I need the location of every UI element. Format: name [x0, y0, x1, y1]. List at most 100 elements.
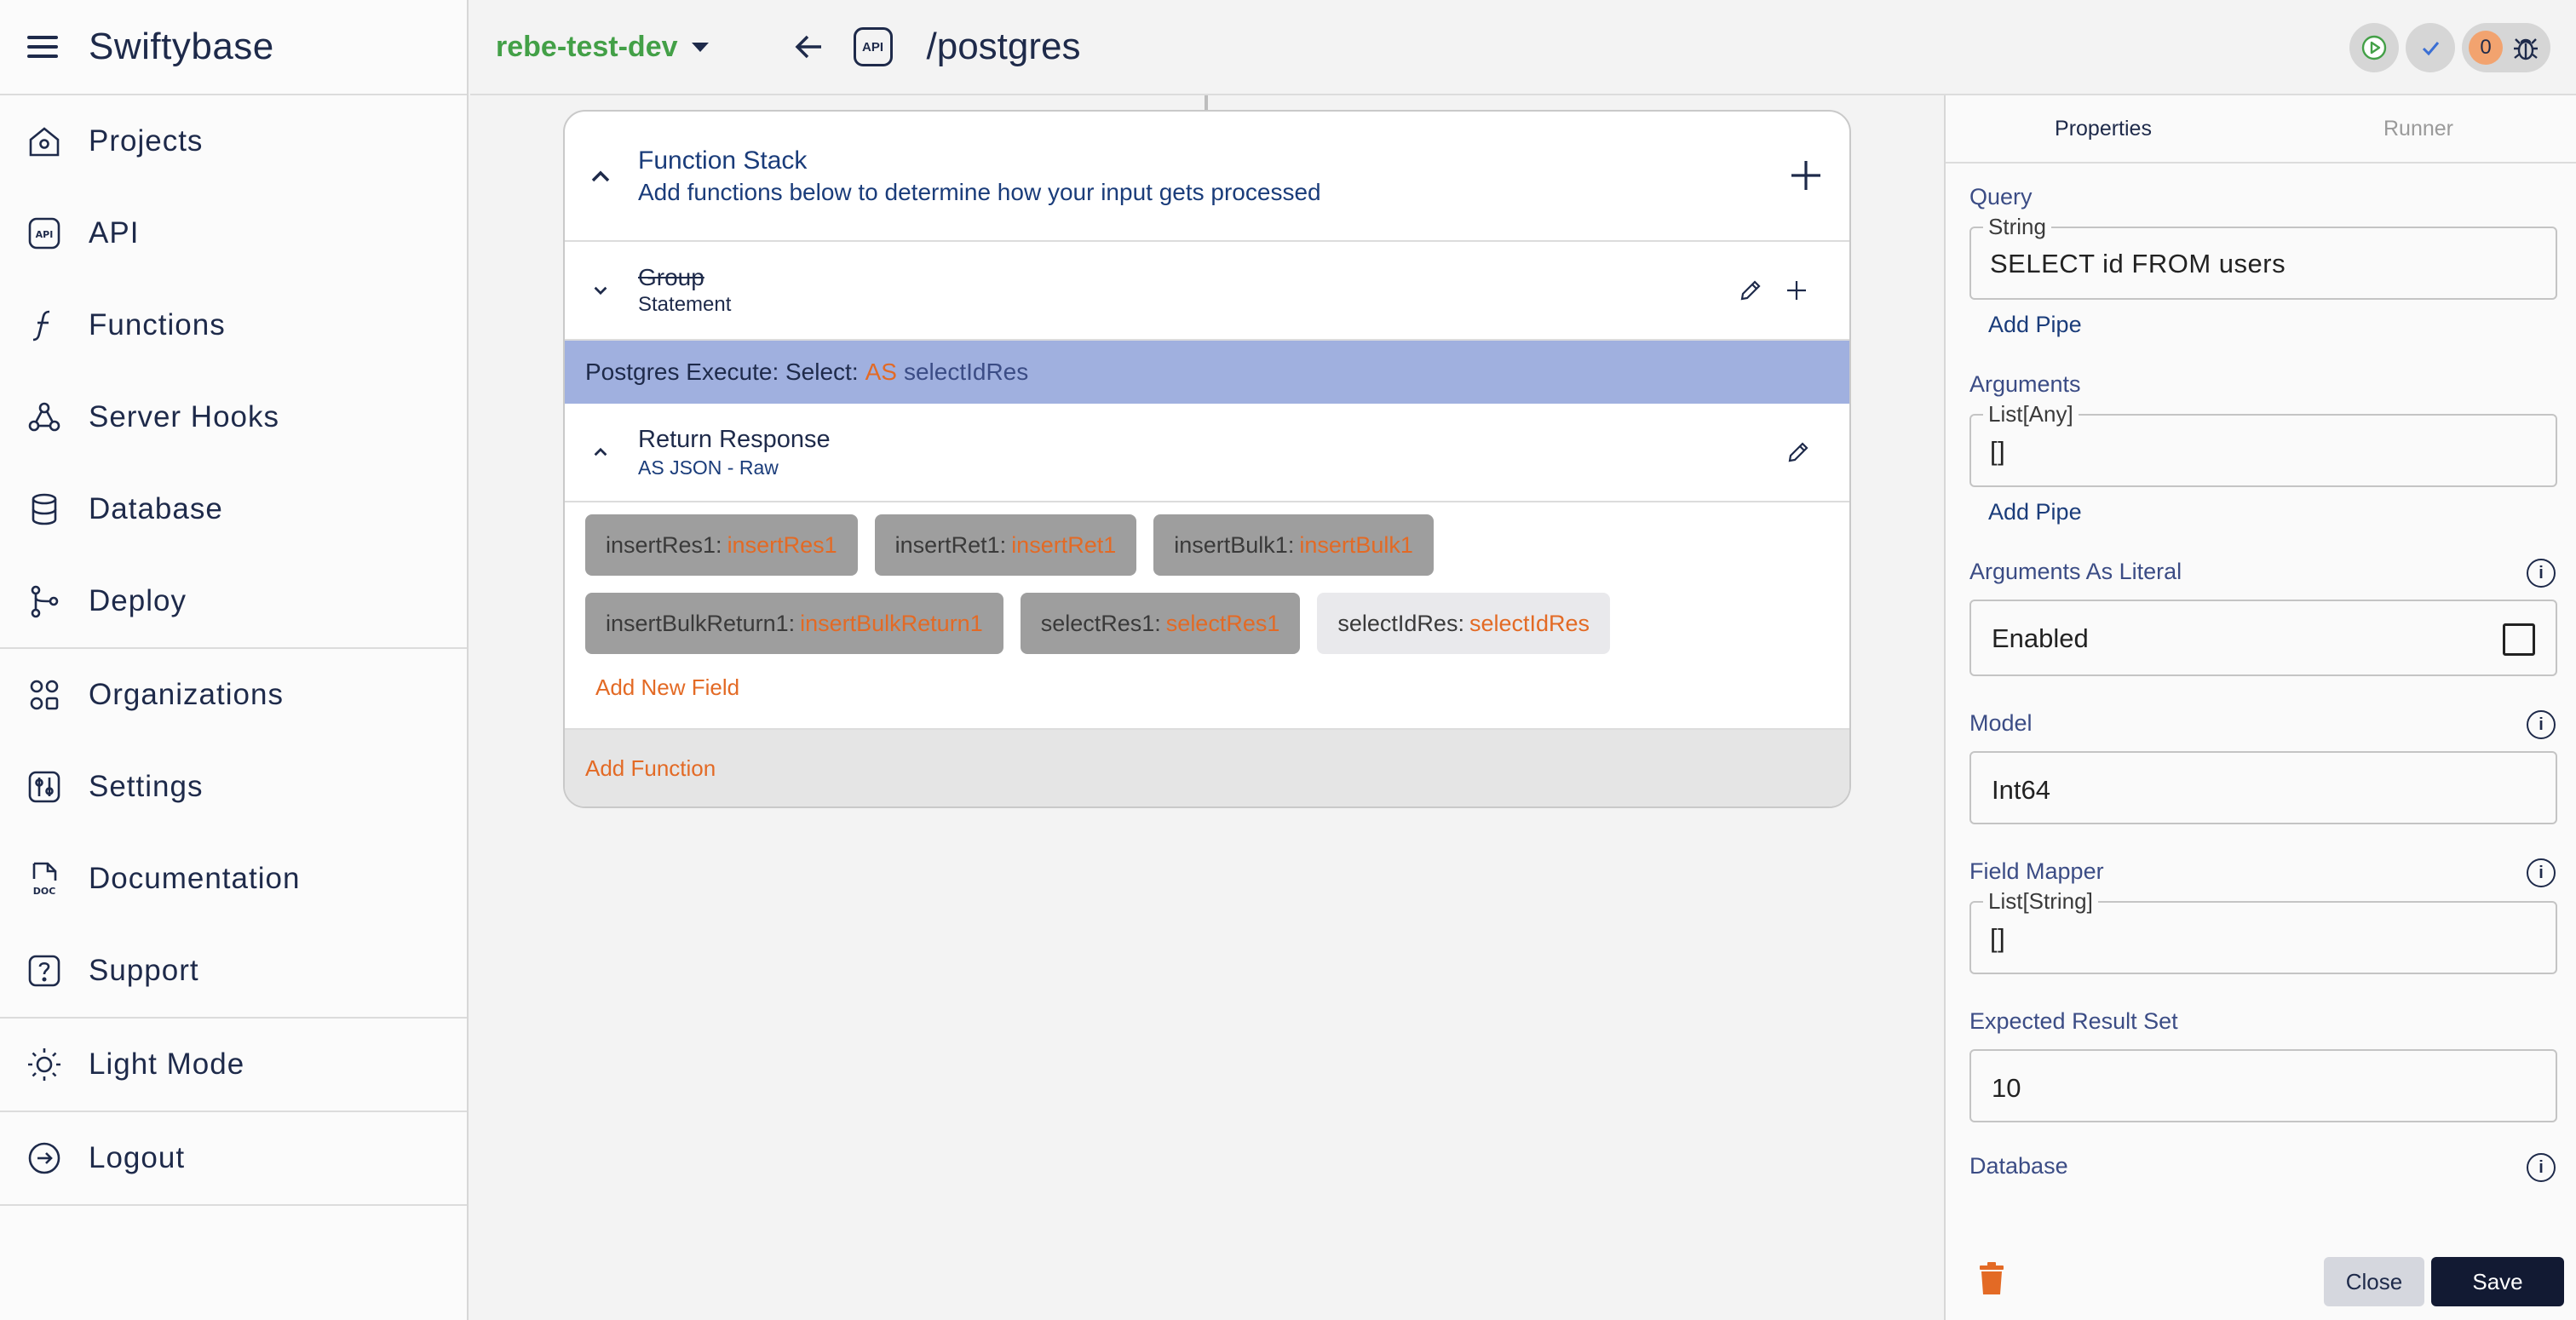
nav-group-theme: Light Mode — [0, 1019, 467, 1112]
api-icon: API — [853, 27, 893, 66]
validate-button[interactable] — [2406, 23, 2455, 72]
save-button[interactable]: Save — [2431, 1257, 2564, 1306]
sidebar-item-light-mode[interactable]: Light Mode — [0, 1019, 467, 1111]
plus-icon[interactable] — [1783, 277, 1810, 304]
function-stack-subtitle: Add functions below to determine how you… — [638, 178, 1321, 205]
top-bar: rebe-test-dev API /postgres 0 — [470, 0, 2576, 95]
sidebar-item-support[interactable]: Support — [0, 925, 467, 1017]
menu-icon[interactable] — [26, 30, 60, 64]
field-chip[interactable]: insertRes1: insertRes1 — [585, 514, 858, 576]
model-select[interactable]: Int64 — [1969, 751, 2557, 824]
sidebar-item-label: API — [89, 216, 140, 250]
arguments-type-legend: List[Any] — [1983, 401, 2079, 428]
arguments-value: [] — [1990, 436, 2006, 466]
group-statement-row[interactable]: Group Statement — [565, 242, 1849, 341]
info-icon[interactable]: i — [2527, 1153, 2556, 1182]
chevron-up-icon[interactable] — [582, 433, 619, 471]
database-label: Database i — [1969, 1153, 2557, 1182]
expected-result-input[interactable]: 10 — [1969, 1049, 2557, 1122]
function-stack-header: Function Stack Add functions below to de… — [565, 112, 1849, 242]
sidebar-item-projects[interactable]: Projects — [0, 95, 467, 187]
flow-connector — [1205, 95, 1208, 111]
field-chip[interactable]: insertRet1: insertRet1 — [874, 514, 1137, 576]
sidebar-item-label: Deploy — [89, 584, 187, 617]
organizations-icon — [26, 676, 63, 714]
query-value: SELECT id FROM users — [1990, 249, 2286, 278]
environment-selector[interactable]: rebe-test-dev — [496, 31, 709, 64]
field-key: insertBulkReturn1: — [606, 610, 796, 636]
webhook-icon — [26, 399, 63, 436]
field-chip[interactable]: insertBulk1: insertBulk1 — [1153, 514, 1434, 576]
arguments-add-pipe-link[interactable]: Add Pipe — [1988, 499, 2557, 526]
query-add-pipe-link[interactable]: Add Pipe — [1988, 312, 2557, 339]
field-value: selectIdRes — [1469, 610, 1590, 636]
field-value: insertBulkReturn1 — [800, 610, 983, 636]
field-value: selectRes1 — [1165, 610, 1280, 636]
enabled-checkbox[interactable] — [2503, 623, 2535, 656]
svg-text:DOC: DOC — [33, 886, 56, 897]
field-value: insertRes1 — [727, 531, 837, 558]
query-label: Query — [1969, 184, 2033, 209]
back-arrow-icon[interactable] — [791, 28, 828, 66]
field-mapper-label: Field Mapper i — [1969, 858, 2557, 887]
sidebar-item-label: Logout — [89, 1141, 186, 1174]
query-type-legend: String — [1983, 214, 2051, 240]
nav-group-secondary: Organizations Settings DOC Documentation… — [0, 649, 467, 1019]
model-value: Int64 — [1992, 775, 2050, 805]
expected-result-label: Expected Result Set — [1969, 1008, 2178, 1034]
properties-form: Query String SELECT id FROM users Add Pi… — [1969, 165, 2557, 1298]
pencil-icon[interactable] — [1785, 439, 1812, 466]
caret-down-icon — [691, 42, 709, 52]
field-value: insertBulk1 — [1299, 531, 1413, 558]
panel-footer: Close Save — [1946, 1235, 2576, 1320]
sidebar-item-deploy[interactable]: Deploy — [0, 555, 467, 647]
chevron-up-icon[interactable] — [582, 158, 619, 195]
properties-panel: Properties Runner Query String SELECT id… — [1944, 95, 2576, 1320]
add-function-plus-icon[interactable] — [1785, 154, 1827, 197]
sidebar-item-settings[interactable]: Settings — [0, 741, 467, 833]
add-new-field-link[interactable]: Add New Field — [595, 674, 1849, 701]
return-response-row[interactable]: Return Response AS JSON - Raw — [565, 404, 1849, 502]
field-chip[interactable]: insertBulkReturn1: insertBulkReturn1 — [585, 593, 1003, 654]
info-icon[interactable]: i — [2527, 710, 2556, 739]
run-button[interactable] — [2349, 23, 2399, 72]
field-mapper-input[interactable]: List[String] [] — [1969, 888, 2557, 974]
field-chip[interactable]: selectRes1: selectRes1 — [1020, 593, 1301, 654]
close-button[interactable]: Close — [2324, 1257, 2424, 1306]
return-title: Return Response — [638, 426, 831, 453]
sidebar-item-server-hooks[interactable]: Server Hooks — [0, 371, 467, 463]
trash-icon[interactable] — [1976, 1260, 2007, 1296]
field-mapper-value: [] — [1990, 923, 2006, 953]
sidebar-item-organizations[interactable]: Organizations — [0, 649, 467, 741]
play-icon — [2361, 35, 2387, 60]
sidebar-item-logout[interactable]: Logout — [0, 1112, 467, 1204]
field-mapper-type-legend: List[String] — [1983, 888, 2098, 915]
pencil-icon[interactable] — [1737, 277, 1764, 304]
add-function-button[interactable]: Add Function — [565, 728, 1849, 806]
enabled-label: Enabled — [1992, 623, 2089, 653]
arguments-input[interactable]: List[Any] [] — [1969, 401, 2557, 487]
debug-button[interactable]: 0 — [2462, 23, 2550, 72]
chevron-down-icon[interactable] — [582, 272, 619, 309]
error-count-badge: 0 — [2469, 31, 2503, 65]
field-chip[interactable]: selectIdRes: selectIdRes — [1317, 593, 1611, 654]
sidebar-item-label: Functions — [89, 308, 226, 341]
info-icon[interactable]: i — [2527, 559, 2556, 588]
info-icon[interactable]: i — [2527, 858, 2556, 887]
tab-runner[interactable]: Runner — [2261, 95, 2576, 162]
sidebar-item-functions[interactable]: Functions — [0, 279, 467, 371]
sidebar-item-label: Light Mode — [89, 1047, 245, 1081]
nav-group-session: Logout — [0, 1112, 467, 1206]
function-stack-title: Function Stack — [638, 146, 808, 175]
sidebar-header: Swiftybase — [0, 0, 467, 95]
sidebar-item-database[interactable]: Database — [0, 463, 467, 555]
arguments-label: Arguments — [1969, 371, 2081, 397]
tab-properties[interactable]: Properties — [1946, 95, 2261, 162]
sidebar-item-api[interactable]: API API — [0, 187, 467, 279]
sidebar-item-label: Organizations — [89, 678, 284, 711]
sidebar-item-documentation[interactable]: DOC Documentation — [0, 833, 467, 925]
support-icon — [26, 952, 63, 990]
postgres-execute-row[interactable]: Postgres Execute: Select: AS selectIdRes — [565, 341, 1849, 404]
query-input[interactable]: String SELECT id FROM users — [1969, 214, 2557, 300]
arguments-literal-toggle[interactable]: Enabled — [1969, 600, 2557, 676]
